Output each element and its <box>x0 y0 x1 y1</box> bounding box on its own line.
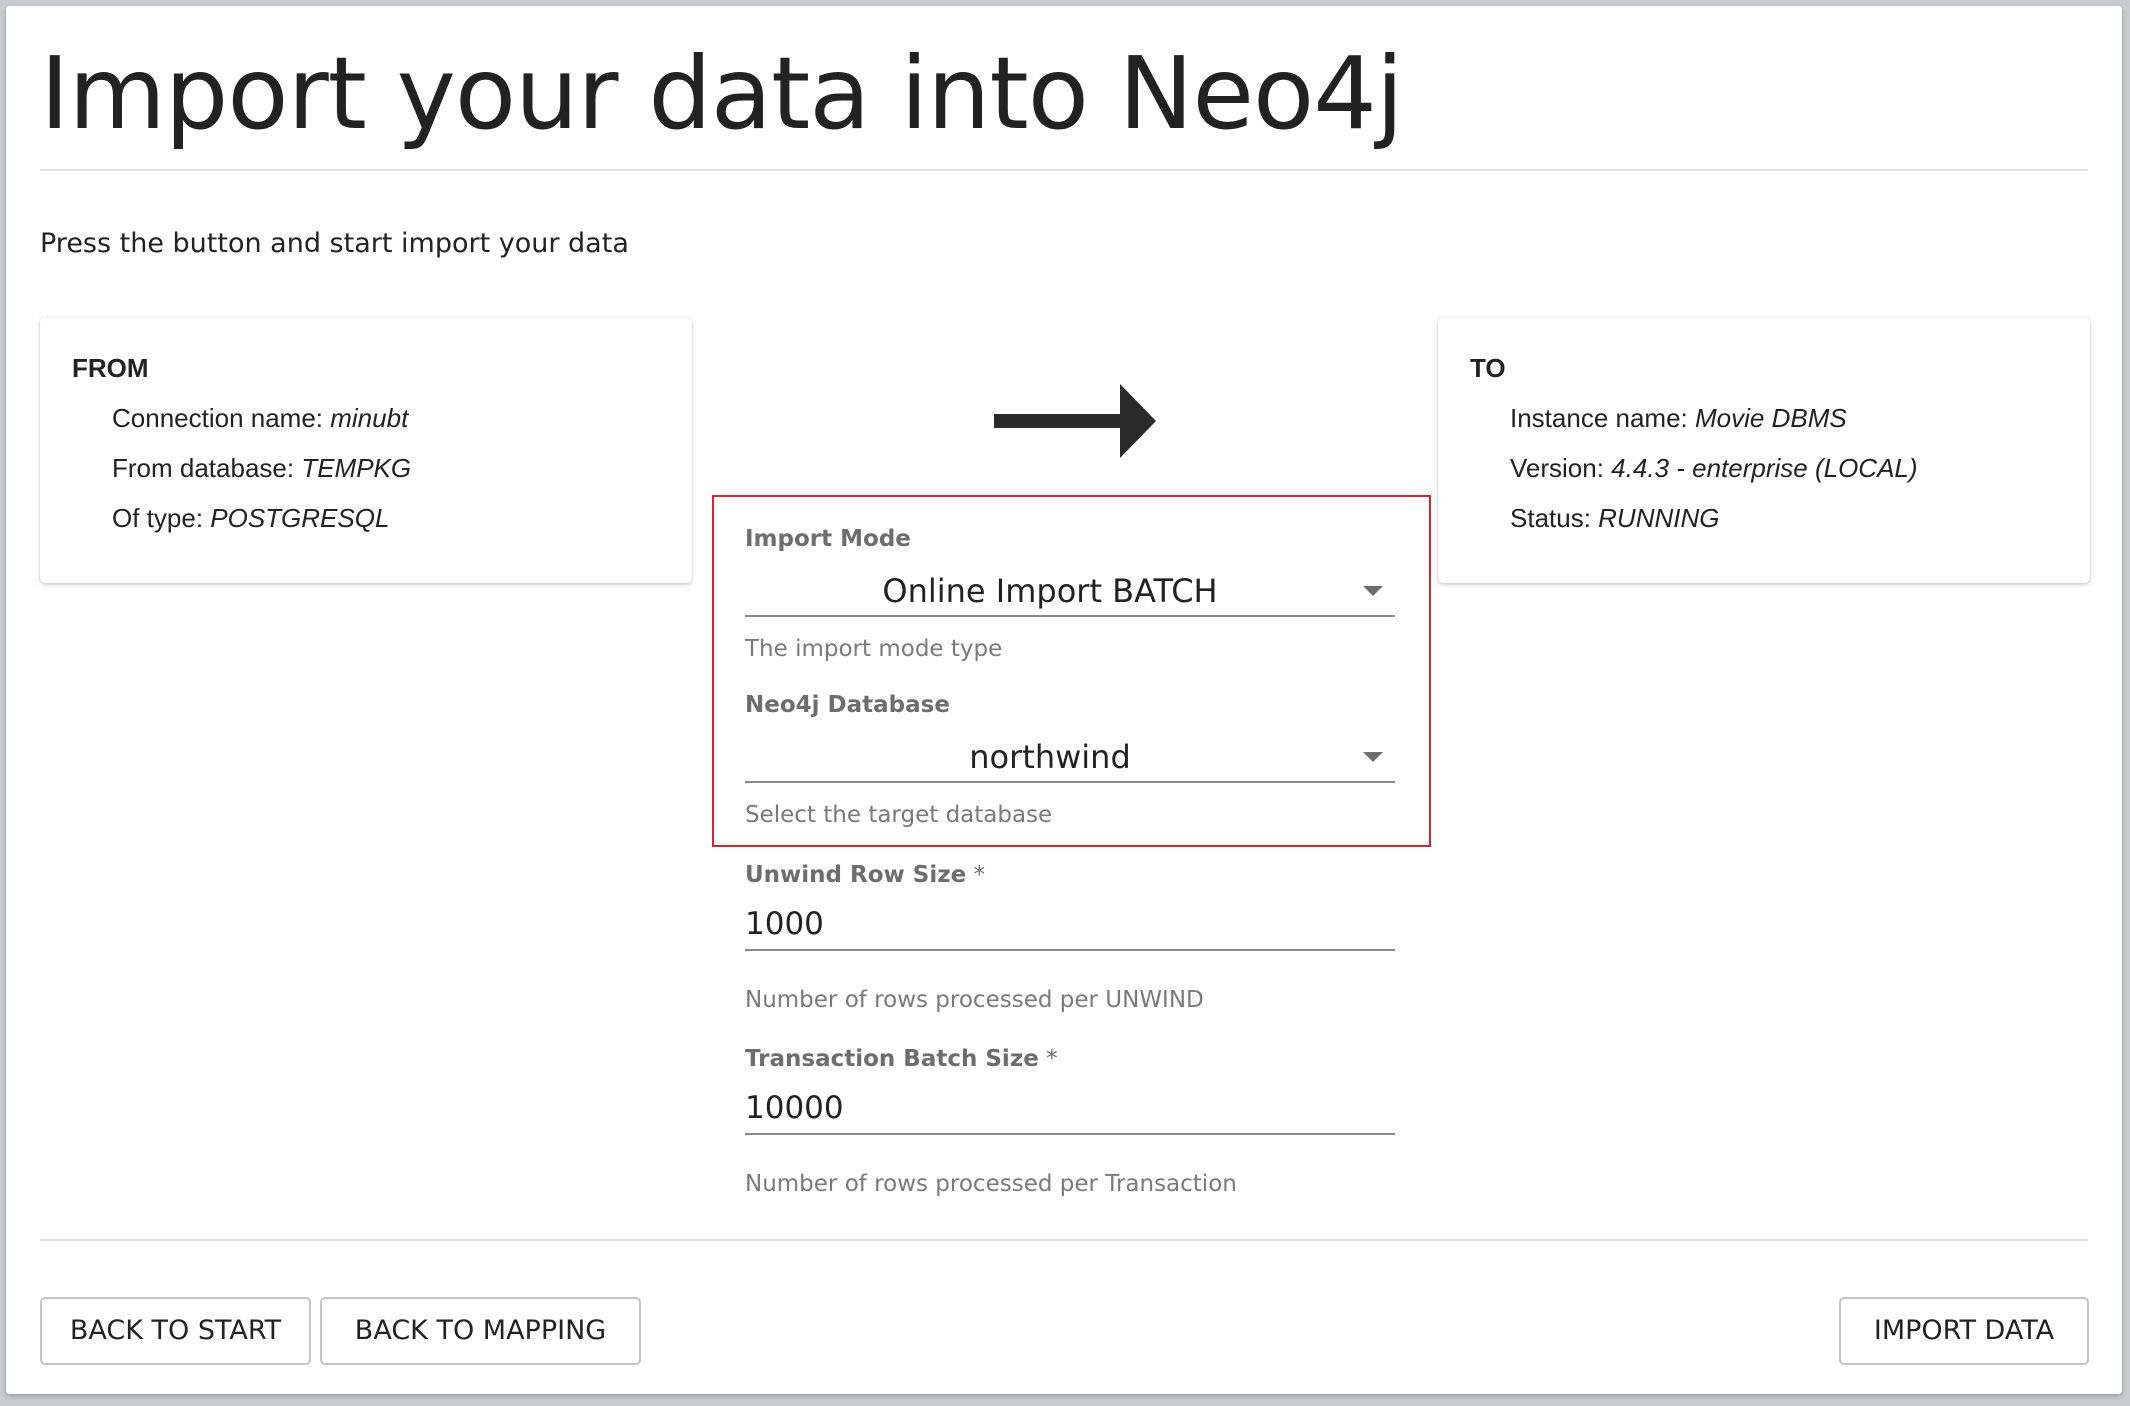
from-type-value: POSTGRESQL <box>210 503 390 533</box>
neo4j-database-select[interactable]: northwind <box>745 735 1395 783</box>
from-card-title: FROM <box>72 353 149 383</box>
unwind-row-size-helper: Number of rows processed per UNWIND <box>745 987 1204 1013</box>
import-mode-helper: The import mode type <box>745 636 1003 662</box>
page-subtitle: Press the button and start import your d… <box>40 228 629 259</box>
import-mode-select[interactable]: Online Import BATCH <box>745 569 1395 617</box>
transaction-batch-size-label-text: Transaction Batch Size <box>745 1046 1039 1072</box>
from-database-value: TEMPKG <box>301 453 412 483</box>
unwind-row-size-label-text: Unwind Row Size <box>745 862 967 888</box>
to-version-value: 4.4.3 - enterprise (LOCAL) <box>1611 453 1918 483</box>
transaction-batch-size-helper: Number of rows processed per Transaction <box>745 1171 1237 1197</box>
from-connection-name: Connection name: minubt <box>112 403 408 434</box>
to-version-label: Version: <box>1510 453 1612 483</box>
to-instance-label: Instance name: <box>1510 403 1695 433</box>
to-instance-name: Instance name: Movie DBMS <box>1510 403 1847 434</box>
from-database-label: From database: <box>112 453 302 483</box>
unwind-row-size-label: Unwind Row Size * <box>745 862 985 888</box>
page-title: Import your data into Neo4j <box>40 35 1404 152</box>
from-type: Of type: POSTGRESQL <box>112 503 389 534</box>
back-to-start-button[interactable]: BACK TO START <box>40 1297 311 1365</box>
transaction-batch-size-label: Transaction Batch Size * <box>745 1046 1058 1072</box>
from-database: From database: TEMPKG <box>112 453 411 484</box>
to-card-title: TO <box>1470 353 1506 383</box>
right-arrow-icon <box>994 384 1156 458</box>
to-status: Status: RUNNING <box>1510 503 1720 534</box>
import-mode-value: Online Import BATCH <box>882 572 1218 610</box>
neo4j-database-helper: Select the target database <box>745 802 1053 828</box>
required-mark: * <box>966 862 986 888</box>
chevron-down-icon <box>1363 752 1383 762</box>
unwind-row-size-input[interactable]: 1000 <box>745 901 1395 951</box>
footer-divider <box>40 1239 2088 1241</box>
to-status-label: Status: <box>1510 503 1599 533</box>
import-data-button[interactable]: IMPORT DATA <box>1839 1297 2089 1365</box>
neo4j-database-value: northwind <box>969 738 1131 776</box>
neo4j-database-label: Neo4j Database <box>745 692 950 718</box>
title-divider <box>40 169 2088 171</box>
required-mark: * <box>1038 1046 1058 1072</box>
to-status-value: RUNNING <box>1598 503 1720 533</box>
from-type-label: Of type: <box>112 503 211 533</box>
from-card: FROM Connection name: minubt From databa… <box>40 317 692 583</box>
to-version: Version: 4.4.3 - enterprise (LOCAL) <box>1510 453 1918 484</box>
to-card: TO Instance name: Movie DBMS Version: 4.… <box>1438 317 2090 583</box>
import-page: Import your data into Neo4j Press the bu… <box>6 6 2122 1394</box>
from-connection-value: minubt <box>330 403 409 433</box>
back-to-mapping-button[interactable]: BACK TO MAPPING <box>320 1297 641 1365</box>
to-instance-value: Movie DBMS <box>1695 403 1847 433</box>
transaction-batch-size-input[interactable]: 10000 <box>745 1085 1395 1135</box>
chevron-down-icon <box>1363 586 1383 596</box>
import-mode-label: Import Mode <box>745 526 911 552</box>
from-connection-label: Connection name: <box>112 403 331 433</box>
